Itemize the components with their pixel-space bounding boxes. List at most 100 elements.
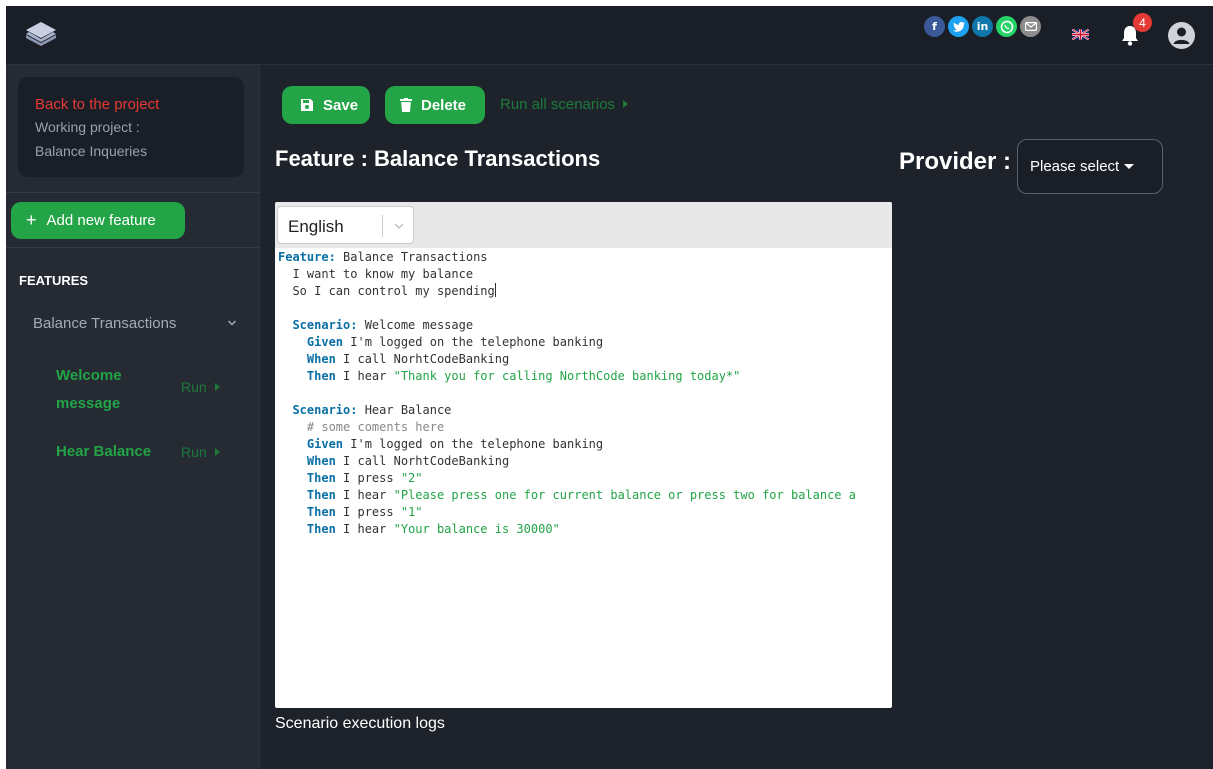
code-line: Then I press "2" — [278, 470, 892, 487]
working-project-label: Working project : — [35, 119, 140, 135]
select-separator — [382, 215, 383, 237]
back-to-project-link[interactable]: Back to the project — [35, 96, 159, 113]
trash-icon — [400, 98, 412, 112]
divider — [6, 192, 259, 193]
plus-icon: + — [26, 210, 37, 230]
provider-select[interactable]: Please select — [1017, 139, 1163, 194]
layers-icon[interactable] — [24, 20, 58, 50]
notification-badge: 4 — [1133, 13, 1152, 32]
code-token: So I can control my spending — [278, 284, 495, 298]
code-token: I hear — [335, 369, 394, 383]
caret-right-icon — [214, 383, 220, 391]
code-content[interactable]: Feature: Balance Transactions I want to … — [278, 249, 892, 538]
code-token: Then — [306, 369, 336, 383]
twitter-icon[interactable] — [948, 16, 969, 37]
run-scenario-button[interactable]: Run — [181, 379, 220, 395]
app-window: f in 4 Back to the project Working proje… — [6, 6, 1213, 769]
add-new-feature-button[interactable]: + Add new feature — [11, 202, 185, 239]
code-token: I'm logged on the telephone banking — [343, 437, 604, 451]
delete-label: Delete — [421, 96, 467, 114]
scenario-item-welcome-message[interactable]: Welcome message — [56, 362, 166, 418]
code-token: Hear Balance — [357, 403, 452, 417]
code-line: Then I hear "Please press one for curren… — [278, 487, 892, 504]
code-token: I hear — [335, 488, 394, 502]
save-label: Save — [323, 96, 359, 114]
email-icon[interactable] — [1020, 16, 1041, 37]
code-line: Feature: Balance Transactions — [278, 249, 892, 266]
code-token: "Your balance is 30000" — [393, 522, 560, 536]
scenario-item-hear-balance[interactable]: Hear Balance — [56, 443, 151, 460]
code-line: # some coments here — [278, 419, 892, 436]
linkedin-icon[interactable]: in — [972, 16, 993, 37]
code-line: Scenario: Hear Balance — [278, 402, 892, 419]
code-token: Then — [306, 471, 336, 485]
caret-right-icon — [214, 448, 220, 456]
language-select[interactable]: English — [277, 206, 414, 244]
code-token: I want to know my balance — [278, 267, 474, 281]
add-new-feature-label: Add new feature — [46, 212, 156, 229]
code-token: I press — [335, 471, 401, 485]
code-line: I want to know my balance — [278, 266, 892, 283]
gherkin-editor[interactable]: English Feature: Balance Transactions I … — [275, 202, 892, 708]
feature-title: Feature : Balance Transactions — [275, 146, 601, 171]
provider-label: Provider : — [899, 148, 1012, 175]
user-icon — [1173, 27, 1190, 44]
user-avatar[interactable] — [1168, 22, 1195, 49]
run-label: Run — [181, 444, 207, 460]
code-token: "2" — [400, 471, 423, 485]
code-token: # some coments here — [306, 420, 445, 434]
code-token: Balance Transactions — [335, 250, 488, 264]
provider-select-value: Please select — [1030, 158, 1120, 175]
code-token: When — [306, 454, 336, 468]
text-cursor — [494, 283, 496, 297]
code-token: I'm logged on the telephone banking — [343, 335, 604, 349]
code-token: Given — [306, 437, 344, 451]
code-token: I call NorhtCodeBanking — [335, 352, 510, 366]
language-value: English — [288, 217, 344, 236]
code-token: Then — [306, 505, 336, 519]
social-share-bar: f in — [924, 16, 1041, 37]
run-all-scenarios-button[interactable]: Run all scenarios — [500, 96, 629, 113]
code-line: Given I'm logged on the telephone bankin… — [278, 436, 892, 453]
run-all-label: Run all scenarios — [500, 96, 616, 113]
run-label: Run — [181, 379, 207, 395]
code-token: "Please press one for current balance or… — [393, 488, 856, 502]
code-token: Then — [306, 488, 336, 502]
divider — [6, 247, 259, 248]
code-line: Then I hear "Thank you for calling North… — [278, 368, 892, 385]
code-line: When I call NorhtCodeBanking — [278, 351, 892, 368]
code-token: Given — [306, 335, 344, 349]
code-token: Feature: — [278, 250, 336, 264]
uk-flag-icon[interactable] — [1072, 29, 1089, 40]
sidebar: Back to the project Working project : Ba… — [6, 65, 260, 769]
chevron-down-icon[interactable] — [227, 319, 237, 327]
code-line: So I can control my spending — [278, 283, 892, 300]
save-icon — [301, 99, 313, 111]
code-token: I press — [335, 505, 401, 519]
whatsapp-icon[interactable] — [996, 16, 1017, 37]
code-token: I call NorhtCodeBanking — [335, 454, 510, 468]
code-token: "Thank you for calling NorthCode banking… — [393, 369, 741, 383]
code-line: Then I press "1" — [278, 504, 892, 521]
save-button[interactable]: Save — [282, 86, 370, 124]
delete-button[interactable]: Delete — [385, 86, 485, 124]
caret-down-icon — [1124, 164, 1135, 169]
code-token: Scenario: — [292, 318, 358, 332]
feature-item-balance-transactions[interactable]: Balance Transactions — [33, 315, 176, 332]
code-token: I hear — [335, 522, 394, 536]
facebook-icon[interactable]: f — [924, 16, 945, 37]
run-scenario-button[interactable]: Run — [181, 444, 220, 460]
chevron-down-icon — [394, 223, 404, 229]
